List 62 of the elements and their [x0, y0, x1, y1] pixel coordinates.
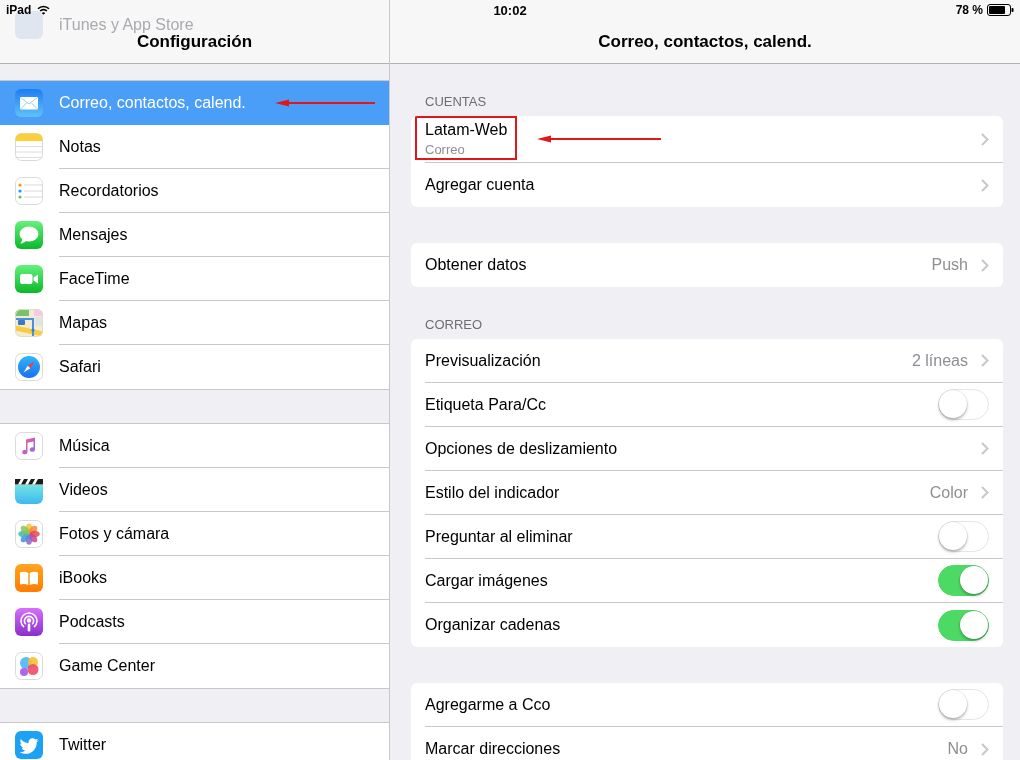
compass-icon [15, 353, 43, 381]
sidebar-item[interactable]: Fotos y cámara [0, 512, 389, 556]
toggle-switch[interactable] [938, 565, 989, 596]
sidebar-item[interactable]: Música [0, 424, 389, 468]
checklist-icon [15, 177, 43, 205]
status-time: 10:02 [493, 2, 527, 18]
row-value: 2 líneas [911, 351, 968, 370]
sidebar-item[interactable]: Safari [0, 345, 389, 389]
sidebar-item[interactable]: iBooks [0, 556, 389, 600]
section-header: CORREO [425, 317, 483, 332]
sidebar-item[interactable]: FaceTime [0, 257, 389, 301]
sidebar-item[interactable]: Podcasts [0, 600, 389, 644]
toggle-switch[interactable] [938, 609, 989, 641]
sidebar-item[interactable]: Mensajes [0, 213, 389, 257]
account-row[interactable]: Latam-Web Correo [411, 116, 1003, 163]
carrier-label: iPad [6, 3, 32, 17]
faded-item-label: iTunes y App Store [59, 16, 194, 34]
chevron-icon [981, 486, 989, 499]
row-label: Agregarme a Cco [425, 695, 551, 714]
notepad-icon [15, 133, 43, 161]
settings-row[interactable]: Agregar cuenta [411, 163, 1003, 207]
flower-icon [15, 520, 43, 548]
page-title: Correo, contactos, calend. [598, 31, 812, 52]
clapperboard-icon [15, 476, 43, 504]
settings-row[interactable]: Marcar direcciones No [411, 727, 1003, 760]
row-label: Preguntar al eliminar [425, 527, 573, 546]
settings-row[interactable]: Opciones de deslizamiento [411, 427, 1003, 471]
row-label: Cargar imágenes [425, 571, 548, 590]
chevron-icon [981, 442, 989, 455]
sidebar-item[interactable]: Notas [0, 125, 389, 169]
map-icon [15, 309, 43, 337]
sidebar-item[interactable]: Game Center [0, 644, 389, 688]
chevron-icon [981, 354, 989, 367]
bubbles-icon [15, 652, 43, 680]
section-header: CUENTAS [425, 94, 487, 109]
speech-bubble-icon [15, 221, 43, 249]
row-value: Push [931, 256, 968, 274]
settings-row[interactable]: Obtener datos Push [411, 243, 1003, 287]
settings-row[interactable]: Previsualización 2 líneas [411, 339, 1003, 383]
music-note-icon [15, 432, 43, 460]
row-label: Organizar cadenas [425, 616, 561, 634]
sidebar-title: Configuración [136, 31, 253, 52]
account-subtitle: Correo [425, 142, 466, 157]
settings-row[interactable]: Estilo del indicador Color [411, 471, 1003, 515]
battery-percent: 78 % [955, 3, 983, 17]
row-label: Etiqueta Para/Cc [425, 395, 546, 414]
open-book-icon [15, 564, 43, 592]
row-value: No [947, 740, 968, 758]
sidebar-item[interactable]: Mapas [0, 301, 389, 345]
envelope-icon [15, 89, 43, 117]
podcast-icon [15, 608, 43, 636]
wifi-icon [37, 5, 51, 15]
sidebar-item[interactable]: Recordatorios [0, 169, 389, 213]
sidebar-item[interactable]: Twitter [0, 723, 389, 760]
battery-icon [987, 4, 1014, 16]
sidebar-item[interactable]: Videos [0, 468, 389, 512]
chevron-icon [981, 132, 989, 146]
chevron-icon [981, 178, 989, 192]
row-value: Color [929, 483, 968, 502]
chevron-icon [981, 258, 989, 272]
chevron-icon [981, 742, 989, 756]
video-camera-icon [15, 265, 43, 293]
